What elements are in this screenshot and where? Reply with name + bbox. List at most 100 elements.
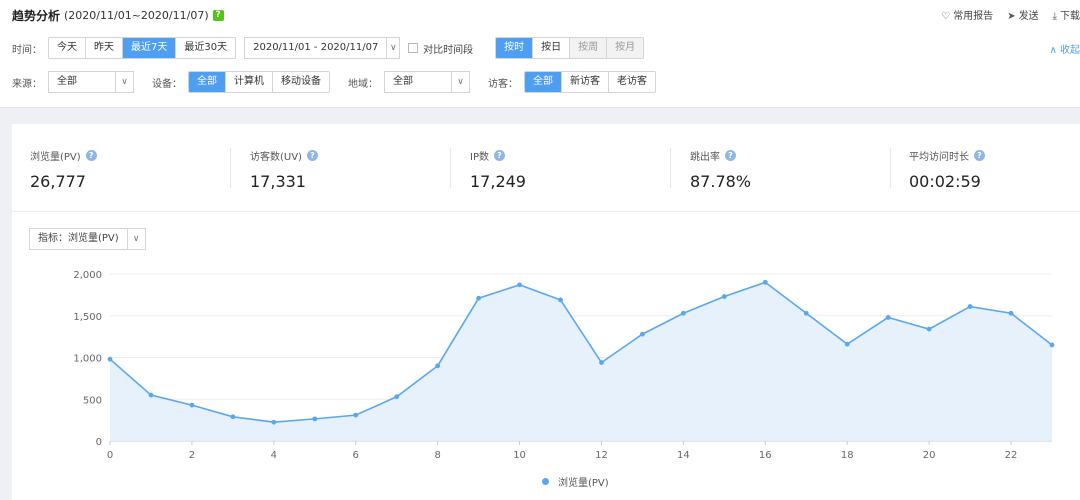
date-picker-value: 2020/11/01 - 2020/11/07 <box>253 42 379 53</box>
data-point <box>476 295 482 301</box>
time-label: 时间： <box>12 44 42 56</box>
metric-uv: 访客数(UV)? 17,331 <box>250 148 318 192</box>
indicator-select[interactable]: 指标：浏览量(PV) ∨ <box>29 228 146 250</box>
metrics-summary: 浏览量(PV)? 26,777 访客数(UV)? 17,331 IP数? 17,… <box>12 124 1080 212</box>
chevron-down-icon: ∨ <box>126 229 145 249</box>
compare-checkbox[interactable]: 对比时间段 <box>408 41 473 56</box>
download-icon: ⤓ <box>1052 11 1057 22</box>
x-tick-label: 14 <box>677 450 690 461</box>
metric-value: 87.78% <box>690 172 752 191</box>
x-tick-label: 10 <box>513 450 526 461</box>
device-group: 全部 计算机 移动设备 <box>188 71 330 93</box>
download-button[interactable]: ⤓ 下载 <box>1053 7 1080 22</box>
data-point <box>189 402 195 408</box>
data-point <box>680 310 686 316</box>
question-icon[interactable]: ? <box>493 150 505 161</box>
x-tick-label: 6 <box>353 450 359 461</box>
x-tick-label: 12 <box>595 450 608 461</box>
data-point <box>885 315 891 320</box>
granularity-group: 按时 按日 按周 按月 <box>495 37 645 59</box>
collapse-button[interactable]: ∧ 收起 <box>1050 41 1080 56</box>
visitor-option-returning[interactable]: 老访客 <box>608 72 655 92</box>
divider <box>890 148 891 188</box>
data-point <box>762 279 768 285</box>
device-option-pc[interactable]: 计算机 <box>225 72 272 92</box>
send-button[interactable]: ➤ 发送 <box>1007 7 1038 22</box>
x-tick-label: 18 <box>841 450 854 461</box>
legend-marker <box>542 478 549 485</box>
time-range-group: 今天 昨天 最近7天 最近30天 <box>48 37 237 59</box>
metric-value: 26,777 <box>30 172 86 191</box>
x-tick-label: 0 <box>107 450 113 461</box>
data-point <box>312 416 318 422</box>
data-point <box>926 326 932 332</box>
send-icon: ➤ <box>1007 11 1016 22</box>
data-point <box>230 414 236 420</box>
question-icon[interactable]: ? <box>212 9 224 21</box>
visitor-option-new[interactable]: 新访客 <box>561 72 608 92</box>
series-area <box>110 282 1052 441</box>
divider <box>450 148 451 188</box>
metric-value: 17,331 <box>250 172 306 191</box>
header-title-row: 趋势分析 (2020/11/01~2020/11/07) ? <box>12 7 224 23</box>
data-point <box>271 419 277 425</box>
data-point <box>558 297 563 303</box>
device-option-mobile[interactable]: 移动设备 <box>272 72 329 92</box>
x-tick-label: 4 <box>271 450 277 461</box>
x-tick-label: 2 <box>189 450 195 461</box>
device-option-all[interactable]: 全部 <box>189 72 225 92</box>
favorite-report-button[interactable]: ♡ 常用报告 <box>941 7 993 22</box>
visitor-group: 全部 新访客 老访客 <box>524 71 656 93</box>
dimension-filter-row: 来源： 全部 ∨ 设备： 全部 计算机 移动设备 地域： 全部 ∨ 访客： 全部… <box>12 71 656 93</box>
data-point <box>435 363 441 369</box>
x-tick-label: 8 <box>434 450 440 461</box>
data-point <box>721 294 727 299</box>
data-point <box>844 341 850 347</box>
data-point <box>353 412 359 418</box>
region-select[interactable]: 全部 ∨ <box>384 71 470 93</box>
trend-chart: 0 500 1,000 1,500 2,000 0 2 4 6 8 10 12 14 16 18 20 22 <box>73 270 1055 461</box>
time-option-last30[interactable]: 最近30天 <box>175 38 236 58</box>
y-tick-label: 0 <box>96 437 102 448</box>
time-option-last7[interactable]: 最近7天 <box>122 38 176 58</box>
x-tick-label: 16 <box>759 450 772 461</box>
x-tick-label: 22 <box>1005 450 1018 461</box>
time-option-yesterday[interactable]: 昨天 <box>85 38 122 58</box>
visitor-option-all[interactable]: 全部 <box>525 72 561 92</box>
source-select[interactable]: 全部 ∨ <box>48 71 134 93</box>
data-point <box>640 331 645 337</box>
chevron-down-icon: ∨ <box>115 72 133 92</box>
question-icon[interactable]: ? <box>974 150 985 161</box>
y-tick-label: 500 <box>83 395 102 406</box>
region-label: 地域： <box>348 78 378 90</box>
granularity-week: 按周 <box>569 38 607 58</box>
metric-pv: 浏览量(PV)? 26,777 <box>30 148 97 192</box>
chevron-down-icon: ∨ <box>386 38 399 58</box>
data-point <box>148 392 154 398</box>
y-tick-label: 1,000 <box>73 354 102 365</box>
date-range-text: (2020/11/01~2020/11/07) <box>64 8 209 22</box>
date-picker[interactable]: 2020/11/01 - 2020/11/07 ∨ <box>244 37 401 59</box>
metric-value: 00:02:59 <box>909 172 981 191</box>
divider <box>230 148 231 188</box>
checkbox-icon <box>408 43 419 53</box>
chart-legend[interactable]: 浏览量(PV) <box>542 474 609 489</box>
data-point <box>517 282 522 288</box>
filter-panel: 趋势分析 (2020/11/01~2020/11/07) ? ♡ 常用报告 ➤ 发送… <box>0 0 1080 108</box>
granularity-day[interactable]: 按日 <box>532 38 570 58</box>
question-icon[interactable]: ? <box>306 150 318 161</box>
metric-value: 17,249 <box>470 172 526 191</box>
x-tick-label: 20 <box>923 450 936 461</box>
chevron-down-icon: ∨ <box>451 72 469 92</box>
question-icon[interactable]: ? <box>725 150 736 161</box>
trend-card: 浏览量(PV)? 26,777 访客数(UV)? 17,331 IP数? 17,… <box>12 124 1080 500</box>
divider <box>670 148 671 188</box>
chevron-up-icon: ∧ <box>1049 45 1060 56</box>
question-icon[interactable]: ? <box>85 150 97 161</box>
data-point <box>1008 310 1014 316</box>
time-option-today[interactable]: 今天 <box>49 38 85 58</box>
granularity-hour[interactable]: 按时 <box>496 38 533 58</box>
data-point <box>599 360 604 365</box>
metric-avg-duration: 平均访问时长? 00:02:59 <box>909 148 985 192</box>
y-tick-label: 1,500 <box>73 312 102 323</box>
